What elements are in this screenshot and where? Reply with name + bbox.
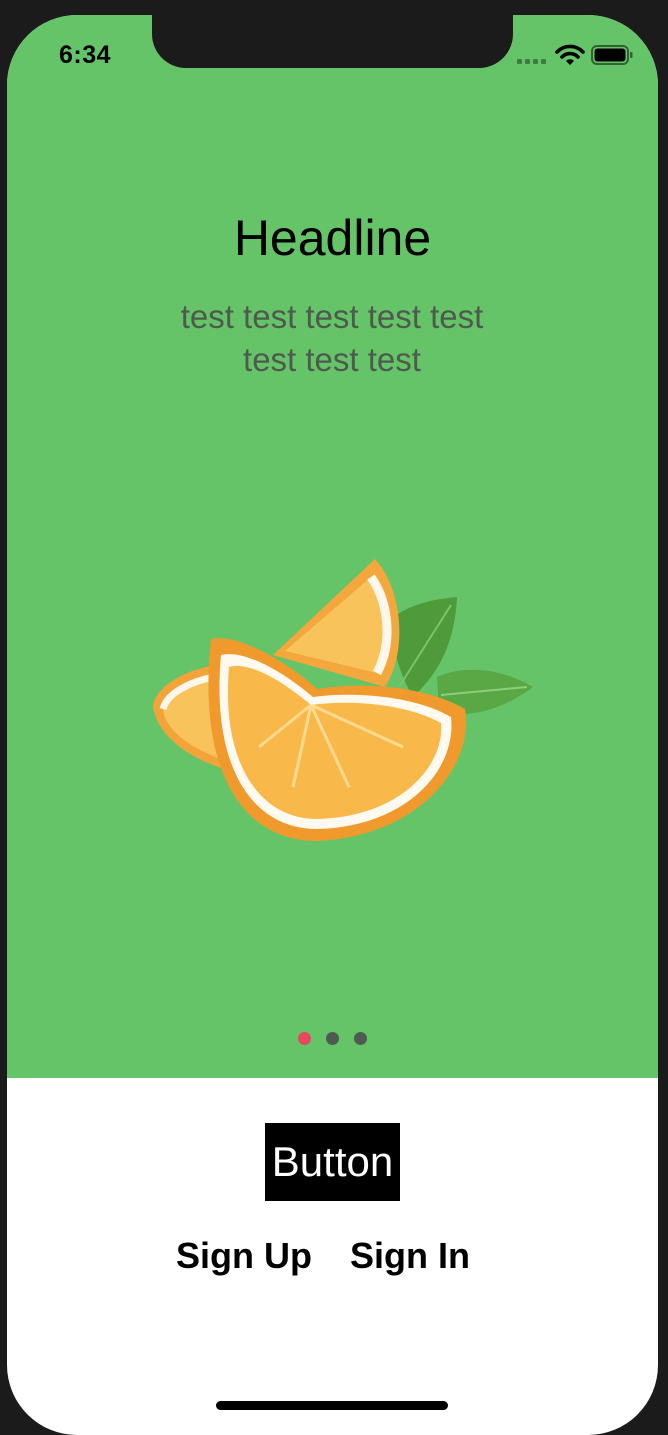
orange-slices-illustration	[153, 559, 533, 841]
home-indicator[interactable]	[216, 1401, 448, 1410]
status-time: 6:34	[59, 41, 112, 69]
page-dot-1[interactable]	[298, 1032, 311, 1045]
sign-in-link[interactable]: Sign In	[350, 1235, 470, 1277]
battery-icon	[591, 45, 633, 65]
primary-button[interactable]: Button	[265, 1123, 400, 1201]
wifi-icon	[555, 44, 585, 65]
sign-up-link[interactable]: Sign Up	[176, 1235, 312, 1277]
signal-icon	[517, 59, 547, 65]
subtitle-line-1: test test test test test	[180, 298, 484, 335]
headline: Headline	[233, 210, 432, 266]
subtitle: test test test test test test test test	[132, 295, 532, 381]
onboarding-page[interactable]: 6:34 Headline test test test test test t…	[7, 15, 658, 1078]
device-notch	[152, 13, 513, 68]
subtitle-line-2: test test test	[243, 341, 421, 378]
page-dot-3[interactable]	[354, 1032, 367, 1045]
page-dot-2[interactable]	[326, 1032, 339, 1045]
page-indicator[interactable]	[298, 1032, 368, 1046]
phone-screen: 6:34 Headline test test test test test t…	[7, 15, 658, 1435]
